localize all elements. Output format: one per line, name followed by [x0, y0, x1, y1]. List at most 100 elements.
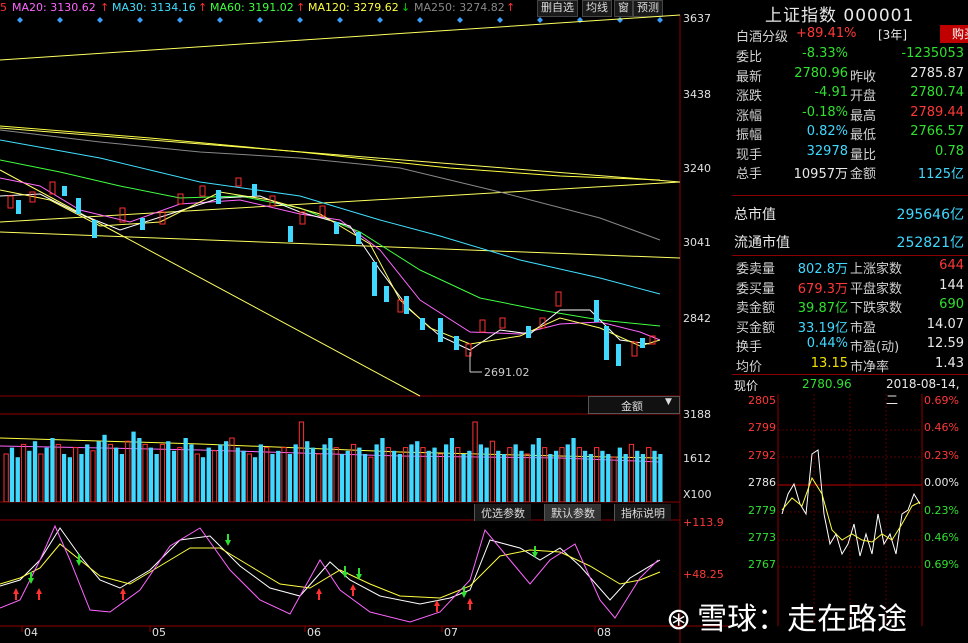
volume-bar [264, 447, 270, 502]
volume-bar [628, 443, 635, 502]
quote-value: 0.78 [935, 143, 964, 159]
quote-label: 委比 [736, 50, 763, 65]
quote-row: 涨幅 -0.18% 最高 2789.44 [734, 104, 966, 124]
volume-bar [426, 450, 431, 502]
quote-value: -0.18% [802, 104, 848, 120]
volume-bar [350, 443, 357, 502]
volume-bar [606, 454, 611, 502]
quote-label: 买金额 [736, 320, 776, 336]
volume-bar [20, 443, 27, 502]
price-axis-label: 2842 [683, 312, 711, 325]
volume-bar [345, 450, 350, 502]
volume-bar [218, 444, 223, 502]
volume-bar [131, 431, 136, 502]
quote-value: 802.8万 [797, 262, 848, 277]
quote-row: 最新 2780.96 昨收 2785.87 [734, 65, 966, 85]
volume-bar [316, 453, 322, 502]
quote-label: 委买量 [736, 281, 776, 297]
volume-bar [114, 447, 119, 502]
signal-arrows [13, 534, 538, 612]
intraday-axis-label: 0.00% [924, 476, 959, 490]
volume-bar [484, 447, 489, 502]
price-axis-label: 3041 [683, 236, 711, 249]
quote-label: 卖金额 [736, 301, 776, 316]
volume-axis-top: 3188 [683, 408, 711, 421]
quote-label: 总手 [736, 167, 763, 182]
quote-value: -4.91 [814, 85, 848, 100]
intraday-price: 2780.96 [802, 377, 852, 391]
volume-bar [79, 454, 84, 502]
volume-bar [357, 447, 362, 502]
volume-bar [559, 447, 565, 502]
volume-bar [3, 453, 9, 502]
volume-bar [455, 447, 461, 502]
snowball-logo-icon: ⊛ [666, 602, 692, 637]
volume-bar [328, 438, 333, 502]
volume-bar [44, 447, 49, 502]
volume-bar [385, 447, 391, 502]
tab-indicator-help[interactable]: 指标说明 [614, 504, 671, 521]
volume-bar [258, 444, 263, 502]
quote-label: 现手 [736, 147, 763, 163]
tab-default-params[interactable]: 默认参数 [544, 504, 601, 521]
intraday-axis-label: 2767 [748, 558, 776, 572]
quote-label: 最高 [850, 108, 877, 124]
quote-label: 开盘 [850, 89, 877, 104]
volume-bar [565, 444, 570, 502]
volume-bar [594, 447, 600, 502]
quote-label: 振幅 [736, 128, 763, 143]
volume-bar [444, 444, 449, 502]
volume-bar [415, 441, 420, 502]
tab-optimal-params[interactable]: 优选参数 [474, 504, 531, 521]
intraday-axis-label: 2779 [748, 503, 776, 517]
volume-bar [582, 450, 588, 502]
buy-button[interactable]: 购买 [940, 25, 968, 43]
volume-bar [67, 457, 72, 502]
volume-bar [27, 450, 32, 502]
quote-value: 1125亿 [917, 167, 964, 182]
volume-bar [635, 450, 640, 502]
volume-bar [270, 454, 275, 502]
volume-bar [524, 453, 530, 502]
volume-bar [576, 447, 583, 502]
intraday-axis-label: 0.46% [924, 531, 959, 544]
quote-label: 上涨家数 [850, 262, 903, 277]
quote-row: 总手 10957万 金额 1125亿 [734, 162, 966, 182]
volume-bar [322, 444, 327, 502]
volume-bar [276, 450, 281, 502]
volume-type-select[interactable]: 金额 ▼ [588, 396, 680, 414]
quote-label: 均价 [736, 359, 763, 375]
quote-value: 13.15 [810, 355, 848, 371]
volume-bar [362, 454, 368, 502]
volume-bar [646, 447, 652, 502]
volume-bar [194, 453, 200, 502]
volume-bar [166, 441, 171, 502]
fund-return: +89.41% [796, 26, 857, 41]
volume-bar [409, 444, 414, 502]
quote-row: 买金额 33.19亿 市盈 14.07 [734, 316, 966, 336]
quote-value: 14.07 [926, 316, 964, 332]
intraday-axis-label: 0.46% [924, 421, 959, 435]
fund-name[interactable]: 白酒分级 [736, 26, 788, 45]
x-axis-label: 06 [307, 626, 321, 639]
float-cap-label: 流通市值 [734, 235, 790, 251]
volume-bar [137, 438, 142, 502]
intraday-axis-label: 2792 [748, 448, 776, 462]
volume-bar [652, 450, 657, 502]
volume-bar [171, 450, 177, 502]
indicator-axis-top: +113.9 [683, 516, 724, 529]
quote-value: 32978 [806, 143, 848, 159]
volume-bar [211, 450, 218, 502]
intraday-axis-label: 2799 [748, 421, 776, 435]
volume-bar [229, 437, 235, 502]
volume-bar [380, 438, 385, 502]
volume-bar [310, 447, 316, 502]
quote-label: 涨跌 [736, 89, 763, 104]
volume-bar [61, 454, 67, 502]
kline-chart[interactable] [0, 0, 730, 643]
volume-type-value: 金额 [621, 400, 643, 413]
volume-bar [403, 447, 409, 502]
volume-bar [189, 444, 194, 502]
price-axis-label: 3637 [683, 12, 711, 25]
x-axis-label: 07 [444, 626, 458, 639]
